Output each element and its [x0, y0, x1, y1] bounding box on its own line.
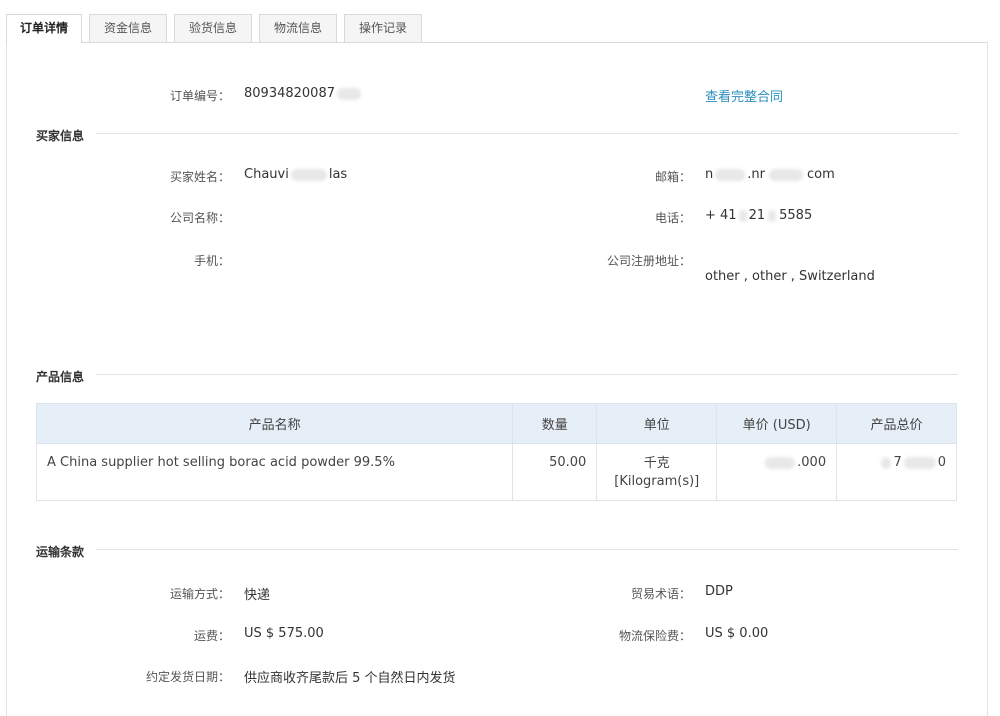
redacted-mask [290, 168, 327, 181]
order-number-value: 80934820087 [244, 86, 361, 101]
buyer-name-value: Chauvi las [244, 167, 347, 182]
company-name-label: 公司名称： [169, 211, 230, 225]
column-header-quantity: 数量 [512, 403, 598, 444]
logistics-insurance-label: 物流保险费： [618, 629, 691, 643]
phone-part: 5585 [779, 208, 813, 223]
shipping-fee-value: US $ 575.00 [244, 626, 324, 641]
email-part: n [705, 167, 714, 182]
redacted-mask [881, 456, 892, 469]
ship-date-label: 约定发货日期： [145, 670, 230, 684]
email-label: 邮箱： [654, 170, 691, 184]
phone-label: 电话： [654, 211, 691, 225]
redacted-mask [768, 168, 803, 181]
company-address-label: 公司注册地址： [606, 254, 691, 268]
buyer-section-title: 买家信息 [36, 129, 85, 143]
tab-inspection-info[interactable]: 验货信息 [174, 14, 252, 42]
redacted-mask [738, 209, 747, 222]
column-header-unit-price: 单价 (USD) [716, 403, 838, 444]
order-number-text: 80934820087 [244, 86, 335, 101]
product-name-cell: A China supplier hot selling borac acid … [35, 443, 514, 501]
phone-value: + 41 21 5585 [705, 208, 812, 223]
email-part: .nr [747, 167, 765, 182]
unit-cell: 千克 [Kilogram(s)] [596, 443, 718, 501]
shipping-method-value: 快递 [244, 588, 271, 603]
table-row: A China supplier hot selling borac acid … [35, 443, 957, 501]
logistics-insurance-value: US $ 0.00 [705, 626, 769, 641]
product-section-title: 产品信息 [36, 370, 85, 384]
trade-term-label: 贸易术语： [630, 587, 691, 601]
total-price-text: 7 [893, 455, 902, 470]
email-value: n .nr com [705, 167, 835, 182]
section-divider [96, 133, 958, 134]
ship-date-value: 供应商收齐尾款后 5 个自然日内发货 [244, 671, 456, 686]
trade-term-value: DDP [705, 584, 733, 599]
tab-order-details[interactable]: 订单详情 [6, 14, 82, 43]
column-header-product-name: 产品名称 [35, 403, 514, 444]
mobile-label: 手机： [193, 254, 230, 268]
shipping-method-label: 运输方式： [169, 587, 230, 601]
column-header-total-price: 产品总价 [836, 403, 957, 444]
tab-logistics-info[interactable]: 物流信息 [259, 14, 337, 42]
total-price-text: 0 [937, 455, 946, 470]
quantity-cell: 50.00 [512, 443, 598, 501]
unit-line: [Kilogram(s)] [614, 474, 700, 489]
column-header-unit: 单位 [596, 403, 718, 444]
redacted-mask [903, 456, 936, 469]
unit-price-cell: .000 [716, 443, 838, 501]
redacted-mask [715, 168, 746, 181]
redacted-mask [336, 87, 361, 100]
product-table-header: 产品名称 数量 单位 单价 (USD) 产品总价 [35, 403, 957, 444]
buyer-name-part: Chauvi [244, 167, 289, 182]
phone-part: + 41 [705, 208, 737, 223]
section-divider [96, 374, 958, 375]
unit-price-text: .000 [797, 455, 827, 470]
view-full-contract-link[interactable]: 查看完整合同 [705, 86, 783, 105]
company-address-value: other , other , Switzerland [705, 269, 875, 284]
buyer-name-part: las [328, 167, 348, 182]
total-price-cell: 70 [836, 443, 957, 501]
order-detail-panel [6, 42, 988, 716]
section-divider [96, 549, 958, 550]
tab-payment-info[interactable]: 资金信息 [89, 14, 167, 42]
email-part: com [806, 167, 835, 182]
order-number-label: 订单编号： [169, 89, 230, 103]
redacted-mask [765, 456, 796, 469]
unit-line: 千克 [643, 456, 670, 471]
shipping-section-title: 运输条款 [36, 545, 85, 559]
shipping-fee-label: 运费： [193, 629, 230, 643]
buyer-name-label: 买家姓名： [169, 170, 230, 184]
product-table: 产品名称 数量 单位 单价 (USD) 产品总价 A China supplie… [35, 403, 957, 501]
phone-part: 21 [748, 208, 766, 223]
tab-operation-log[interactable]: 操作记录 [344, 14, 422, 42]
redacted-mask [768, 209, 777, 222]
